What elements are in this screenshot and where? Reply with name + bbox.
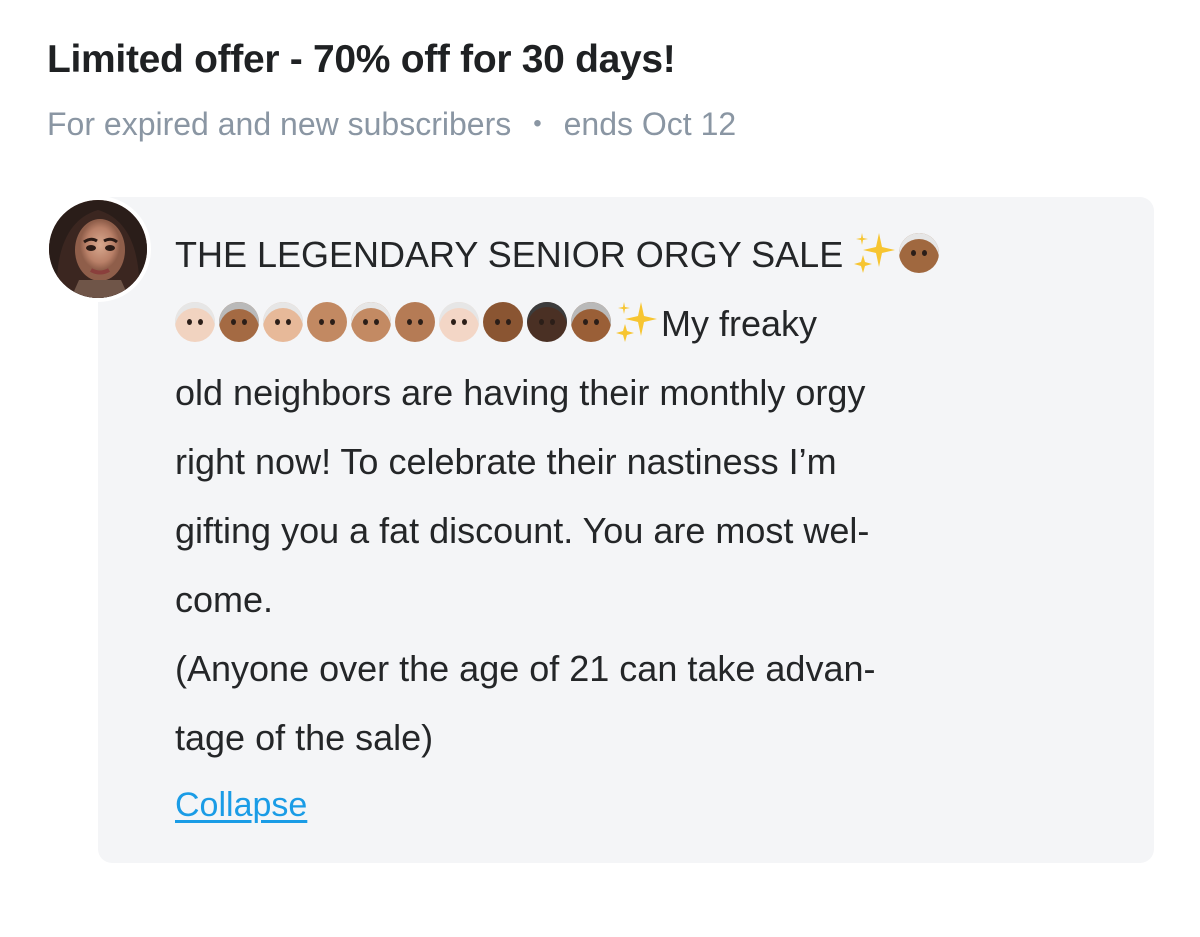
- message-line-2: My freaky: [175, 289, 1095, 358]
- old-woman-icon: [571, 302, 611, 342]
- bald-man-icon: [307, 302, 347, 342]
- message-text-fragment: My freaky: [661, 303, 818, 344]
- message-line-4: right now! To celebrate their nastiness …: [175, 441, 837, 482]
- message-line-1: THE LEGENDARY SENIOR ORGY SALE: [175, 220, 1095, 289]
- message-line-3: old neighbors are having their monthly o…: [175, 372, 866, 413]
- sparkles-icon: [616, 302, 657, 342]
- old-man-icon: [527, 302, 567, 342]
- old-man-icon: [175, 302, 215, 342]
- old-woman-icon: [263, 302, 303, 342]
- message-line-8: tage of the sale): [175, 717, 434, 758]
- old-woman-icon: [439, 302, 479, 342]
- offer-end-date: ends Oct 12: [563, 106, 737, 142]
- message-line-6: come.: [175, 579, 274, 620]
- profile-photo-avatar[interactable]: [45, 196, 151, 302]
- message-line-5: gifting you a fat discount. You are most…: [175, 510, 870, 551]
- offer-title: Limited offer - 70% off for 30 days!: [47, 38, 676, 81]
- offer-meta: For expired and new subscribers • ends Oct…: [47, 106, 736, 143]
- message-line-7: (Anyone over the age of 21 can take adva…: [175, 648, 876, 689]
- old-woman-icon: [219, 302, 259, 342]
- woman-white-hair-icon: [351, 302, 391, 342]
- old-man-icon: [395, 302, 435, 342]
- message-body: THE LEGENDARY SENIOR ORGY SALE My freaky…: [175, 220, 1095, 772]
- woman-white-hair-icon: [899, 233, 940, 273]
- avatar-image: [49, 200, 147, 298]
- sparkles-icon: [854, 233, 896, 273]
- meta-separator: •: [533, 110, 542, 137]
- message-headline: THE LEGENDARY SENIOR ORGY SALE: [175, 234, 844, 275]
- old-man-icon: [483, 302, 523, 342]
- collapse-link[interactable]: Collapse: [175, 786, 307, 825]
- offer-audience: For expired and new subscribers: [47, 106, 512, 142]
